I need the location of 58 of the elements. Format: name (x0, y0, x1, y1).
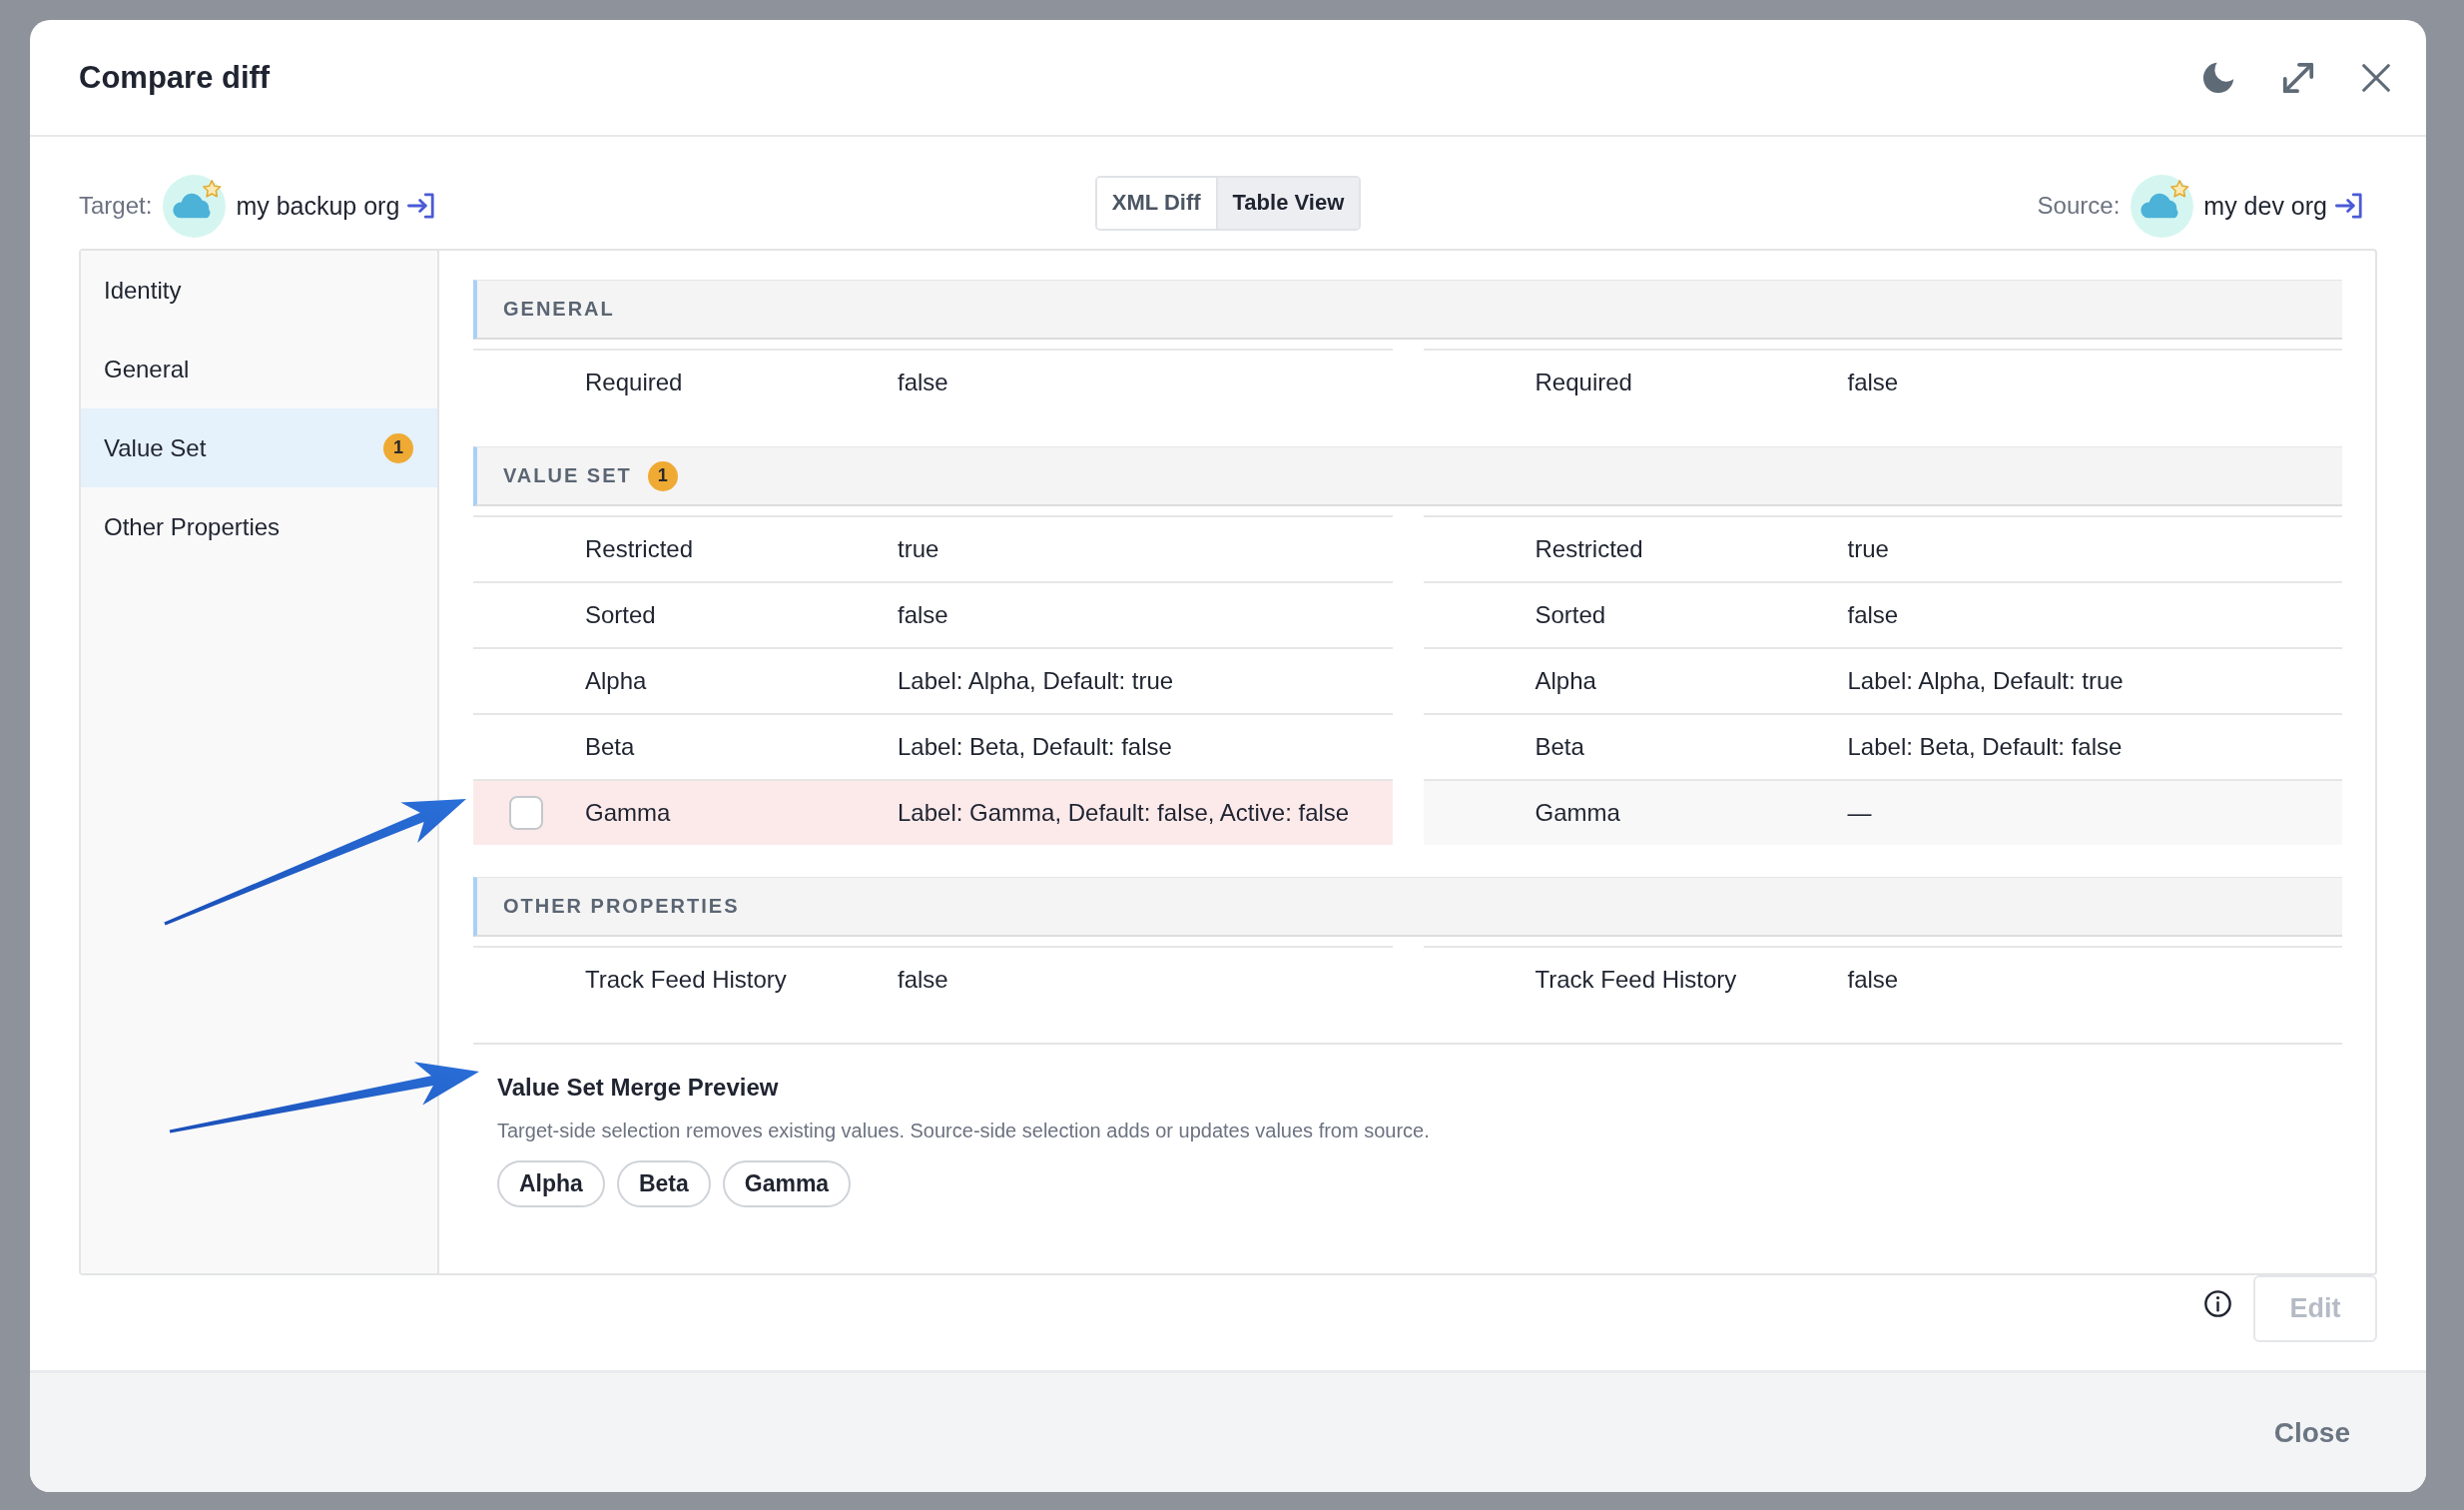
login-icon[interactable] (2335, 193, 2363, 219)
table-cell-text: Gamma (585, 799, 672, 827)
expand-icon[interactable] (2281, 60, 2315, 95)
table-cell-text: Label: Gamma, Default: false, Active: false (898, 799, 1351, 827)
table-cell-text: Label: Alpha, Default: true (898, 667, 1175, 695)
table-cell-text: Label: Alpha, Default: true (1847, 667, 2125, 695)
close-button[interactable]: Close (2257, 1408, 2366, 1457)
table-cell-text: Label: Beta, Default: false (1847, 733, 2124, 761)
table-cell-text: Track Feed History (585, 966, 788, 994)
table-cell-text: Alpha (1535, 667, 1597, 695)
table-cell-text: Restricted (1535, 535, 1644, 563)
login-icon[interactable] (407, 193, 436, 219)
table-cell-text: false (1847, 601, 1900, 629)
table-cell-text: false (1847, 966, 1900, 994)
table-cell-text: Required (1535, 369, 1633, 396)
count-badge: 1 (383, 432, 413, 463)
table-cell-text: Gamma (1535, 799, 1621, 827)
table-cell-text: true (898, 535, 940, 563)
sidebar-item[interactable]: General (81, 330, 437, 408)
count-badge: 1 (647, 460, 678, 491)
table-cell-text: Sorted (1535, 601, 1607, 629)
checkbox[interactable] (509, 796, 543, 830)
section-title: OTHER PROPERTIES (503, 895, 740, 918)
table-cell-text: Beta (1535, 733, 1585, 761)
cloud-avatar-icon (163, 174, 227, 238)
value-chip: Gamma (722, 1160, 852, 1207)
table-cell-text: false (898, 369, 949, 396)
sidebar-item[interactable]: Other Properties (81, 487, 437, 566)
org-name: my dev org (2203, 191, 2327, 221)
table-cell-text: true (1847, 535, 1890, 563)
table-cell-text: false (898, 966, 949, 994)
table-cell-text: false (898, 601, 949, 629)
table-cell-text: Track Feed History (1535, 966, 1738, 994)
info-icon[interactable] (2204, 1290, 2231, 1317)
section-title: VALUE SET (503, 464, 632, 487)
table-cell-text: — (1847, 799, 1873, 827)
org-name: my backup org (236, 191, 400, 221)
target-label: Target: (79, 192, 153, 220)
value-chip: Alpha (497, 1160, 605, 1207)
sidebar-item[interactable]: Identity (81, 251, 437, 330)
moon-icon[interactable] (2202, 61, 2234, 94)
source-label: Source: (2037, 192, 2121, 220)
table-cell-text: false (1847, 369, 1900, 396)
sidebar-item[interactable]: Value Set 1 (81, 408, 437, 487)
table-cell-text: Label: Beta, Default: false (898, 733, 1173, 761)
cloud-avatar-icon (2131, 174, 2194, 238)
merge-preview-title: Value Set Merge Preview (497, 1074, 780, 1102)
merge-preview-description: Target-side selection removes existing values. Source-side selection adds or updates values from source. (497, 1120, 1431, 1142)
table-cell-text: Required (585, 369, 684, 396)
table-cell-text: Alpha (585, 667, 648, 695)
dialog-title: Compare diff (79, 59, 271, 96)
table-cell-text: Sorted (585, 601, 657, 629)
view-tab[interactable]: Table View (1215, 177, 1360, 229)
table-cell-text: Beta (585, 733, 636, 761)
section-title: GENERAL (503, 298, 615, 321)
close-icon[interactable] (2362, 63, 2390, 92)
table-cell-text: Restricted (585, 535, 695, 563)
value-chip: Beta (616, 1160, 711, 1207)
